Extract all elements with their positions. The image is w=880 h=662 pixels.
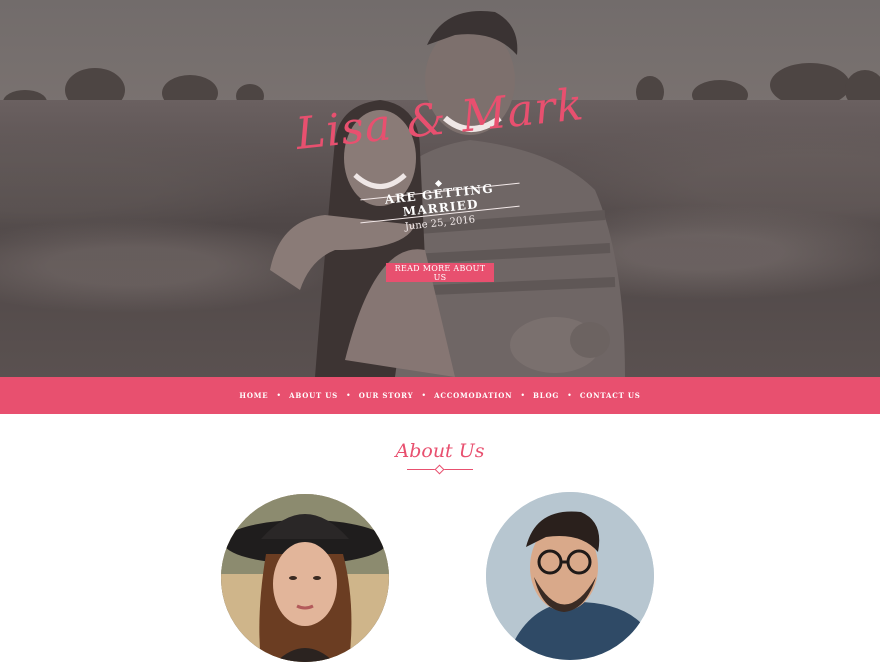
bride-avatar <box>221 494 389 662</box>
nav-separator: • <box>567 391 572 400</box>
nav-item-home[interactable]: HOME <box>233 391 274 400</box>
groom-avatar <box>486 492 654 660</box>
bride-portrait-image <box>221 494 389 662</box>
nav-item-about-us[interactable]: ABOUT US <box>283 391 344 400</box>
nav-separator: • <box>276 391 282 400</box>
about-us-heading: About Us <box>395 440 485 462</box>
nav-separator: • <box>520 391 526 400</box>
hero-section: Lisa & Mark ARE GETTING MARRIED June 25,… <box>0 0 880 377</box>
nav-item-contact-us[interactable]: CONTACT US <box>574 391 647 400</box>
groom-portrait-image <box>486 492 654 660</box>
read-more-button[interactable]: READ MORE ABOUT US <box>386 263 494 282</box>
nav-separator: • <box>346 391 351 400</box>
nav-item-our-story[interactable]: OUR STORY <box>353 391 420 400</box>
nav-item-accomodation[interactable]: ACCOMODATION <box>428 391 518 400</box>
main-navigation: HOME • ABOUT US • OUR STORY • ACCOMODATI… <box>0 377 880 414</box>
nav-item-blog[interactable]: BLOG <box>527 391 565 400</box>
about-divider-diamond <box>434 464 445 475</box>
nav-separator: • <box>421 391 427 400</box>
